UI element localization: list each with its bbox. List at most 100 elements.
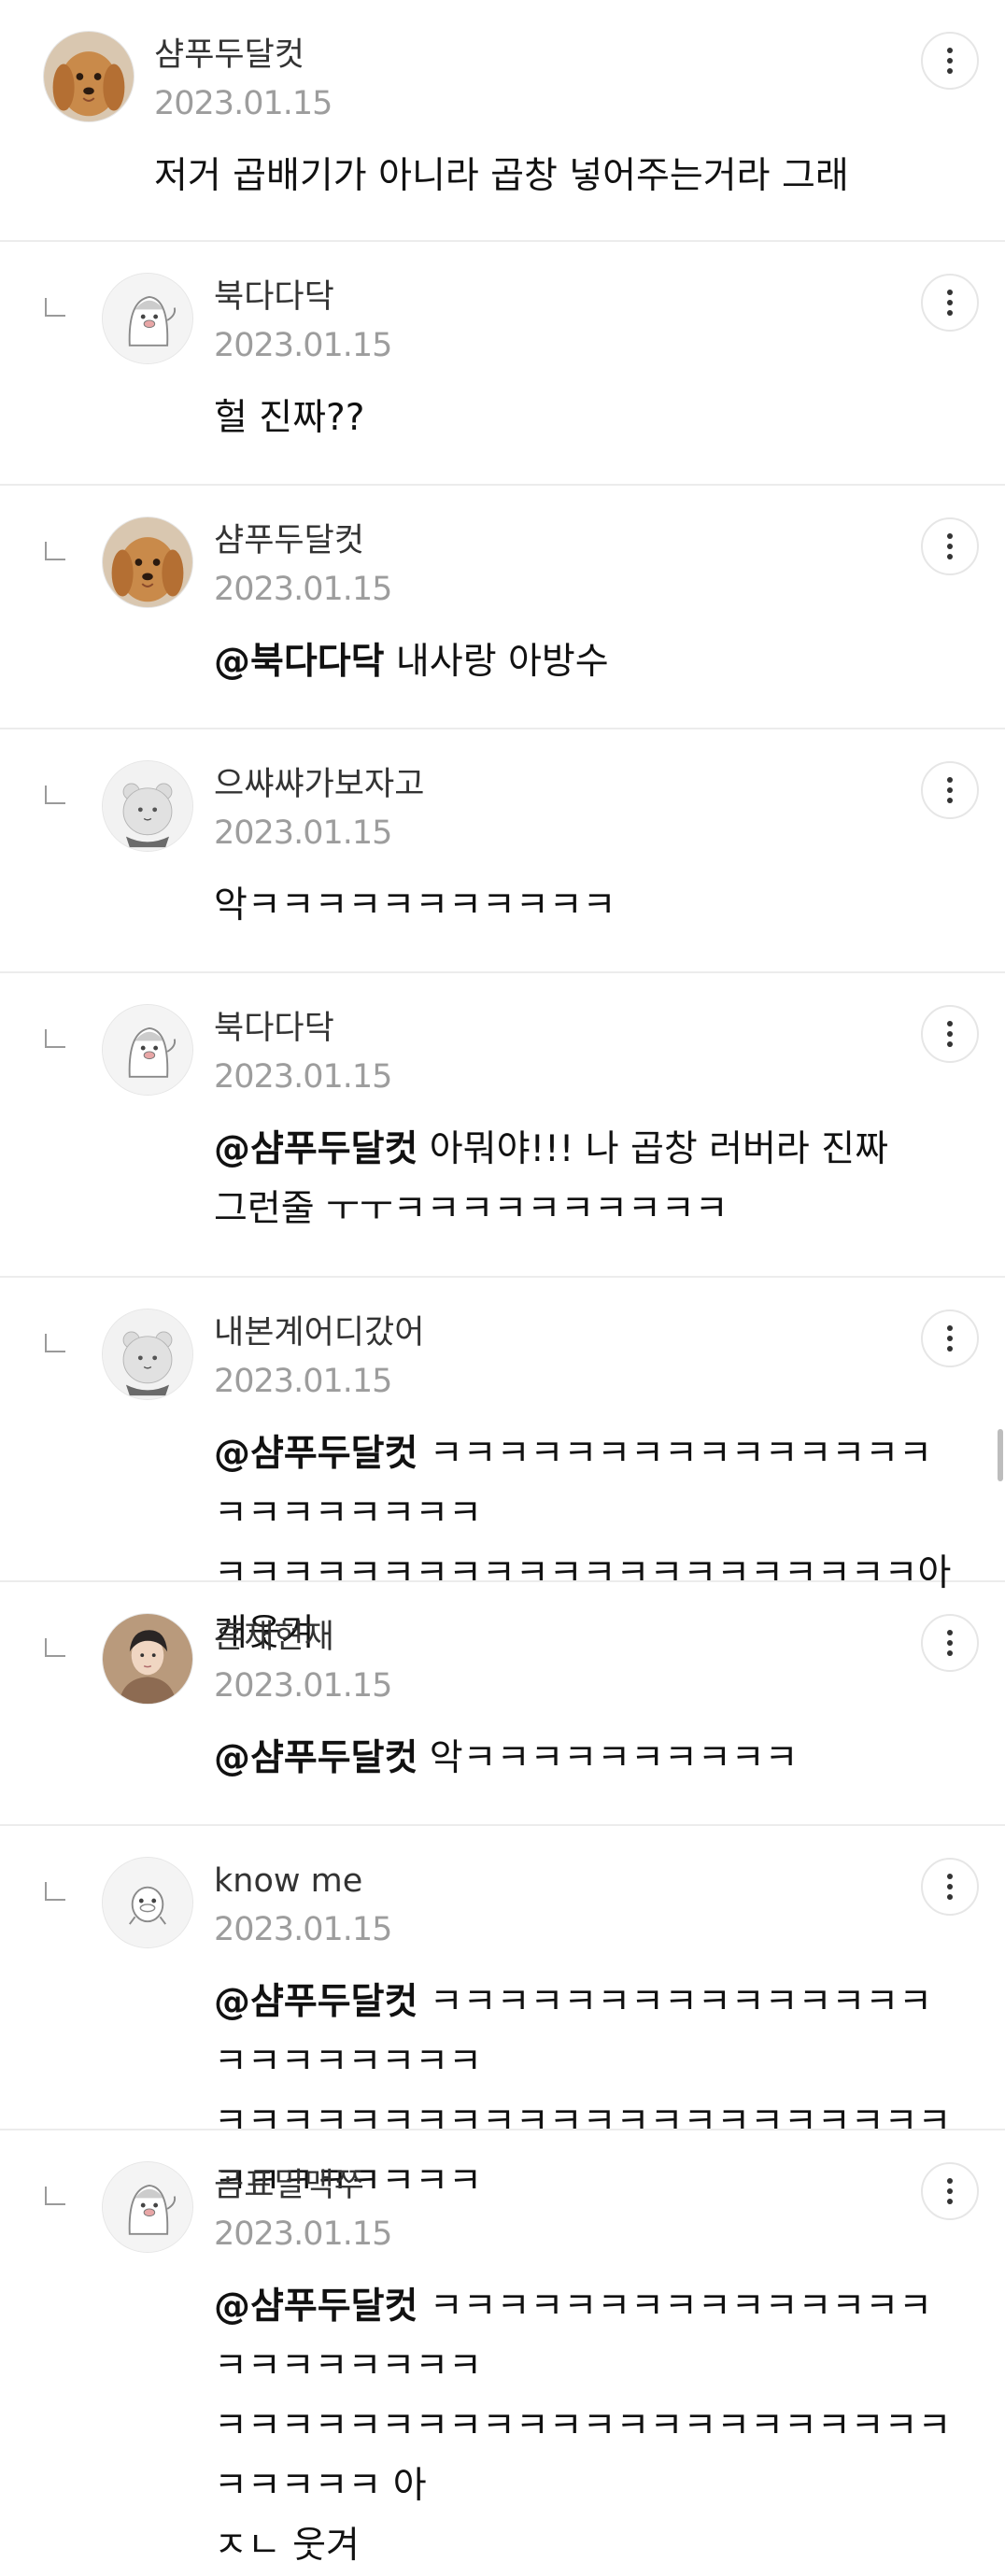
mention-link[interactable]: @샴푸두달컷 [214, 1433, 418, 1475]
more-options-button[interactable] [921, 1309, 979, 1367]
dot [947, 2178, 953, 2184]
comment-text: @샴푸두달컷 아뭐야!!! 나 곱창 러버라 진짜 그런줄 ㅜㅜㅋㅋㅋㅋㅋㅋㅋㅋ… [214, 1120, 952, 1239]
comment-author[interactable]: 흔재현재 [214, 1616, 391, 1659]
comment-item: 샴푸두달컷 2023.01.15 저거 곱배기가 아니라 곱창 넣어주는거라 그… [0, 0, 1005, 242]
dot [947, 798, 953, 803]
dot [947, 1031, 953, 1037]
dot [947, 554, 953, 559]
comment-text: @샴푸두달컷 ㅋㅋㅋㅋㅋㅋㅋㅋㅋㅋㅋㅋㅋㅋㅋㅋㅋㅋㅋㅋㅋㅋㅋ ㅋㅋㅋㅋㅋㅋㅋㅋㅋ… [214, 2277, 952, 2576]
dot [947, 1325, 953, 1331]
comment-author[interactable]: 곰표밀맥쭈 [214, 2164, 391, 2207]
dot [947, 1630, 953, 1635]
comment-meta: 내본계어디갔어 2023.01.15 [214, 1311, 424, 1403]
reply-arrow-icon [45, 1029, 65, 1048]
comment-author[interactable]: 내본계어디갔어 [214, 1311, 424, 1354]
dot [947, 58, 953, 64]
comment-meta: 으쌰쌰가보자고 2023.01.15 [214, 763, 424, 855]
comment-meta: know me 2023.01.15 [214, 1860, 392, 1951]
comment-author[interactable]: 북다다닥 [214, 1007, 391, 1050]
reply-arrow-icon [45, 786, 65, 804]
more-options-button[interactable] [921, 1005, 979, 1063]
dot [947, 787, 953, 793]
reply-arrow-icon [45, 1882, 65, 1901]
penguin-avatar-icon [103, 1005, 192, 1095]
comment-text: 악ㅋㅋㅋㅋㅋㅋㅋㅋㅋㅋㅋ [214, 876, 952, 936]
reply-arrow-icon [45, 2187, 65, 2205]
dot [947, 1041, 953, 1047]
more-options-button[interactable] [921, 761, 979, 819]
dot [947, 1894, 953, 1900]
comment-meta: 샴푸두달컷 2023.01.15 [154, 34, 333, 125]
more-options-button[interactable] [921, 1858, 979, 1916]
more-options-button[interactable] [921, 1614, 979, 1672]
avatar[interactable] [102, 517, 193, 608]
comment-author[interactable]: 북다다닥 [214, 276, 391, 318]
comment-author[interactable]: 샴푸두달컷 [154, 34, 332, 77]
mention-link[interactable]: @샴푸두달컷 [214, 2286, 418, 2328]
dot [947, 1884, 953, 1890]
dot [947, 1021, 953, 1026]
comment-date: 2023.01.15 [214, 327, 392, 364]
comment-meta: 북다다닥 2023.01.15 [214, 1007, 392, 1098]
reply-item: 흔재현재 2023.01.15 @샴푸두달컷 악ㅋㅋㅋㅋㅋㅋㅋㅋㅋㅋ [0, 1582, 1005, 1826]
scrollbar-thumb[interactable] [998, 1429, 1003, 1481]
dot [947, 544, 953, 549]
dot [947, 1336, 953, 1341]
comment-date: 2023.01.15 [214, 1058, 392, 1096]
reply-arrow-icon [45, 1638, 65, 1657]
comment-meta: 북다다닥 2023.01.15 [214, 276, 392, 367]
comment-meta: 곰표밀맥쭈 2023.01.15 [214, 2164, 392, 2256]
reply-arrow-icon [45, 1334, 65, 1352]
avatar[interactable] [102, 1613, 193, 1705]
dot [947, 1346, 953, 1352]
comment-date: 2023.01.15 [214, 1911, 392, 1948]
comment-text: 저거 곱배기가 아니라 곱창 넣어주는거라 그래 [154, 147, 957, 206]
more-options-button[interactable] [921, 32, 979, 90]
mention-link[interactable]: @북다다닥 [214, 641, 385, 683]
penguin-avatar-icon [103, 274, 192, 363]
comment-body: 악ㅋㅋㅋㅋㅋㅋㅋㅋㅋㅋ [418, 1737, 799, 1779]
penguin-avatar-icon [103, 2162, 192, 2252]
comment-author[interactable]: know me [214, 1860, 391, 1903]
dot [947, 1874, 953, 1879]
comment-date: 2023.01.15 [214, 814, 392, 852]
dog-avatar-icon [44, 32, 134, 121]
reply-item: 내본계어디갔어 2023.01.15 @샴푸두달컷 ㅋㅋㅋㅋㅋㅋㅋㅋㅋㅋㅋㅋㅋㅋ… [0, 1278, 1005, 1654]
avatar[interactable] [102, 1004, 193, 1096]
mention-link[interactable]: @샴푸두달컷 [214, 1128, 418, 1170]
comment-date: 2023.01.15 [154, 85, 333, 122]
bear-avatar-icon [103, 761, 192, 851]
comment-text: 헐 진짜?? [214, 389, 952, 448]
comment-body: 헐 진짜?? [214, 397, 365, 439]
comment-date: 2023.01.15 [214, 2215, 392, 2253]
person-avatar-icon [103, 1614, 192, 1704]
reply-item: 곰표밀맥쭈 2023.01.15 @샴푸두달컷 ㅋㅋㅋㅋㅋㅋㅋㅋㅋㅋㅋㅋㅋㅋㅋㅋ… [0, 2130, 1005, 2567]
comment-body: 악ㅋㅋㅋㅋㅋㅋㅋㅋㅋㅋㅋ [214, 885, 616, 927]
more-options-button[interactable] [921, 274, 979, 332]
comment-meta: 샴푸두달컷 2023.01.15 [214, 519, 392, 611]
comment-page: { "comments": [ {"author":"샴푸두달컷","date"… [0, 0, 1005, 2567]
avatar[interactable] [102, 2161, 193, 2253]
reply-arrow-icon [45, 298, 65, 317]
more-options-button[interactable] [921, 2162, 979, 2220]
avatar[interactable] [102, 1857, 193, 1948]
dot [947, 2188, 953, 2194]
dot [947, 1650, 953, 1656]
dot [947, 290, 953, 295]
dot [947, 2199, 953, 2204]
dot [947, 68, 953, 74]
dot [947, 777, 953, 783]
avatar[interactable] [102, 760, 193, 852]
comment-author[interactable]: 샴푸두달컷 [214, 519, 391, 562]
avatar[interactable] [102, 1309, 193, 1400]
comment-author[interactable]: 으쌰쌰가보자고 [214, 763, 424, 806]
mention-link[interactable]: @샴푸두달컷 [214, 1737, 418, 1779]
mention-link[interactable]: @샴푸두달컷 [214, 1981, 418, 2023]
comment-text: @북다다닥 내사랑 아방수 [214, 632, 952, 692]
avatar[interactable] [43, 31, 134, 122]
reply-item: know me 2023.01.15 @샴푸두달컷 ㅋㅋㅋㅋㅋㅋㅋㅋㅋㅋㅋㅋㅋㅋ… [0, 1826, 1005, 2202]
avatar[interactable] [102, 273, 193, 364]
comment-text: @샴푸두달컷 악ㅋㅋㅋㅋㅋㅋㅋㅋㅋㅋ [214, 1729, 952, 1789]
reply-item: 북다다닥 2023.01.15 헐 진짜?? [0, 242, 1005, 486]
more-options-button[interactable] [921, 517, 979, 575]
